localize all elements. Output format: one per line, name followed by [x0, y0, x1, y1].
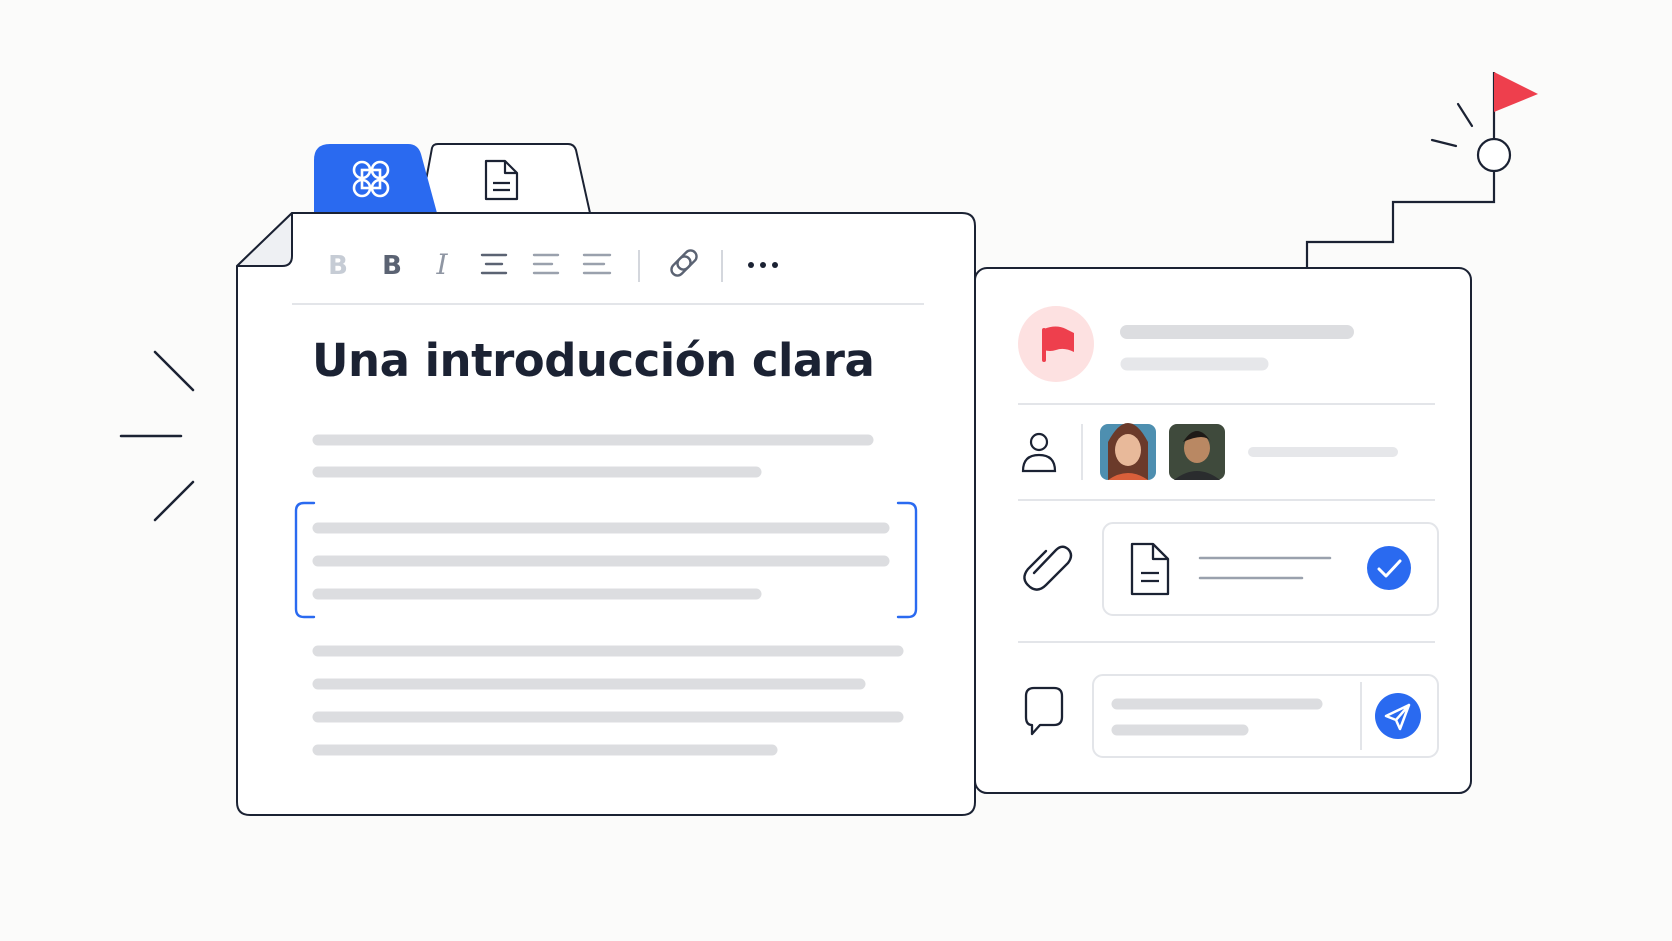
avatar[interactable] — [1100, 423, 1156, 480]
italic-icon[interactable]: I — [435, 248, 448, 281]
illustration-canvas: B B I — [119, 72, 1538, 816]
attachment-check-button[interactable] — [1367, 546, 1411, 590]
bold-light-icon[interactable]: B — [328, 251, 348, 281]
burst-decoration — [119, 350, 195, 522]
tab-document-button[interactable] — [432, 144, 582, 213]
goal-flag-icon — [1494, 72, 1538, 112]
more-icon[interactable] — [748, 262, 778, 268]
document-title[interactable]: Una introducción clara — [312, 334, 875, 387]
tab-active-button[interactable] — [314, 144, 426, 213]
bold-icon[interactable]: B — [382, 251, 402, 281]
send-button[interactable] — [1375, 693, 1421, 739]
avatar[interactable] — [1169, 424, 1225, 480]
page-fold — [236, 212, 293, 267]
staircase-decoration — [1305, 72, 1512, 268]
